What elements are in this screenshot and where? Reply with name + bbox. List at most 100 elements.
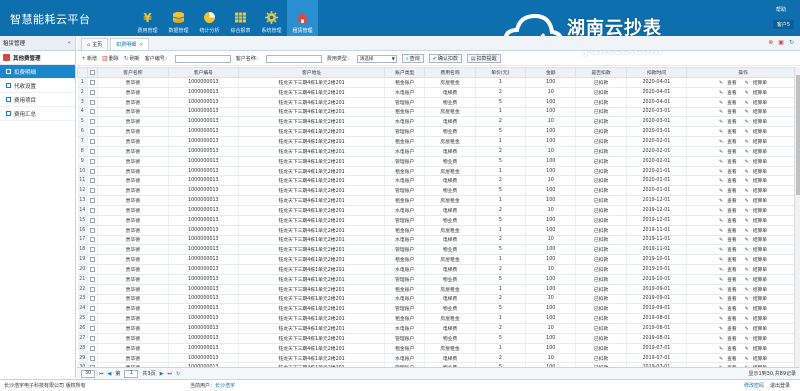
sidebar-item-3[interactable]: 费用汇总 <box>0 107 75 121</box>
settle-button[interactable]: ✎结算单 <box>743 160 769 165</box>
sidebar-item-0[interactable]: 扣费明细 <box>0 65 75 79</box>
next-page-icon[interactable]: ▶ <box>160 371 164 377</box>
table-row[interactable]: 28 贾毕德 1000000013 钰龙天下三期4栋1单元2楼201 租金账户 房屋租金 1… <box>77 343 800 354</box>
column-header[interactable]: 单价(元) <box>474 67 527 78</box>
settle-button[interactable]: ✎结算单 <box>743 258 769 263</box>
row-checkbox[interactable] <box>87 175 99 187</box>
vertical-scrollbar[interactable] <box>794 67 800 367</box>
row-checkbox[interactable] <box>87 205 99 216</box>
view-button[interactable]: ✎查看 <box>717 357 739 362</box>
row-checkbox[interactable] <box>87 116 99 128</box>
refresh-button[interactable]: ↻ 刷新 <box>124 55 140 62</box>
settle-button[interactable]: ✎结算单 <box>743 209 769 214</box>
view-button[interactable]: ✎查看 <box>717 278 739 283</box>
row-checkbox[interactable] <box>87 284 99 295</box>
deduction-notice-button[interactable]: ▤ 扣款提醒 <box>466 54 501 63</box>
page-size-select[interactable]: 30 <box>81 369 95 378</box>
view-button[interactable]: ✎查看 <box>717 170 739 175</box>
row-checkbox[interactable] <box>87 225 99 236</box>
view-button[interactable]: ✎查看 <box>717 91 739 96</box>
table-row[interactable]: 12 贾毕德 1000000013 钰龙天下三期4栋1单元2楼201 管理账户 物业费 5 1… <box>77 185 800 197</box>
row-checkbox[interactable] <box>87 87 99 98</box>
logout-link[interactable]: 退出登录 <box>770 382 790 389</box>
row-checkbox[interactable] <box>87 215 99 226</box>
row-checkbox[interactable] <box>87 353 99 364</box>
view-button[interactable]: ✎查看 <box>717 288 739 293</box>
view-button[interactable]: ✎查看 <box>717 347 739 352</box>
settle-button[interactable]: ✎结算单 <box>743 229 769 234</box>
settle-button[interactable]: ✎结算单 <box>743 140 769 145</box>
settle-button[interactable]: ✎结算单 <box>743 120 769 125</box>
settle-button[interactable]: ✎结算单 <box>743 170 769 175</box>
settle-button[interactable]: ✎结算单 <box>743 238 769 243</box>
row-checkbox[interactable] <box>87 294 99 305</box>
view-button[interactable]: ✎查看 <box>717 219 739 224</box>
reload-icon[interactable]: ↻ <box>789 39 794 46</box>
view-button[interactable]: ✎查看 <box>717 209 739 214</box>
tab-home[interactable]: ⌂ 主页 <box>81 38 109 50</box>
table-row[interactable]: 6 贾毕德 1000000013 钰龙天下三期4栋1单元2楼201 管理账户 物业费 5 10… <box>77 126 800 138</box>
settle-button[interactable]: ✎结算单 <box>743 297 769 302</box>
query-button[interactable]: ⌕ 查询 <box>401 54 424 63</box>
settle-button[interactable]: ✎结算单 <box>743 189 769 194</box>
row-checkbox[interactable] <box>87 195 99 206</box>
sidebar-item-1[interactable]: 代收设置 <box>0 79 75 93</box>
delete-button[interactable]: ▥ 删除 <box>102 55 119 62</box>
view-button[interactable]: ✎查看 <box>717 130 739 135</box>
first-page-icon[interactable]: ⏮ <box>99 371 104 377</box>
table-row[interactable]: 27 贾毕德 1000000013 钰龙天下三期4栋1单元2楼201 管理账户 物业费 5 1… <box>77 333 800 344</box>
view-button[interactable]: ✎查看 <box>717 199 739 204</box>
table-row[interactable]: 3 贾毕德 1000000013 钰龙天下三期4栋1单元2楼201 管理账户 物业费 5 10… <box>77 97 800 108</box>
settle-button[interactable]: ✎结算单 <box>743 81 769 86</box>
settle-button[interactable]: ✎结算单 <box>743 268 769 273</box>
select-all-checkbox[interactable] <box>87 67 99 78</box>
settle-button[interactable]: ✎结算单 <box>743 357 769 362</box>
close-all-icon[interactable]: ⊗ <box>768 39 773 46</box>
table-row[interactable]: 1 贾毕德 1000000013 钰龙天下三期4栋1单元2楼201 租金账户 房屋租金 1 1… <box>77 77 800 88</box>
settle-button[interactable]: ✎结算单 <box>743 288 769 293</box>
row-checkbox[interactable] <box>87 185 99 197</box>
table-row[interactable]: 25 贾毕德 1000000013 钰龙天下三期4栋1单元2楼201 租金账户 房屋租金 1… <box>77 313 800 325</box>
settle-button[interactable]: ✎结算单 <box>743 130 769 135</box>
sidebar-group[interactable]: 其他费管理 <box>0 51 75 65</box>
settle-button[interactable]: ✎结算单 <box>743 307 769 312</box>
table-row[interactable]: 13 贾毕德 1000000013 钰龙天下三期4栋1单元2楼201 租金账户 房屋租金 1… <box>77 195 800 206</box>
view-button[interactable]: ✎查看 <box>717 150 739 155</box>
close-icon[interactable]: × <box>139 42 143 48</box>
settle-button[interactable]: ✎结算单 <box>743 91 769 96</box>
view-button[interactable]: ✎查看 <box>717 229 739 234</box>
row-checkbox[interactable] <box>87 97 99 108</box>
nav-item-3[interactable]: 综合报表 <box>225 0 256 36</box>
settle-button[interactable]: ✎结算单 <box>743 347 769 352</box>
column-header[interactable]: 操作 <box>686 67 800 78</box>
table-row[interactable]: 19 贾毕德 1000000013 钰龙天下三期4栋1单元2楼201 租金账户 房屋租金 1… <box>77 254 800 266</box>
table-row[interactable]: 10 贾毕德 1000000013 钰龙天下三期4栋1单元2楼201 租金账户 房屋租金 1… <box>77 166 800 177</box>
confirm-deduction-button[interactable]: ✔ 确认扣款 <box>428 54 462 63</box>
settle-button[interactable]: ✎结算单 <box>743 337 769 342</box>
column-header[interactable]: 金额 <box>525 67 577 78</box>
column-header[interactable]: 客户名称 <box>97 67 169 78</box>
view-button[interactable]: ✎查看 <box>717 101 739 106</box>
table-row[interactable]: 11 贾毕德 1000000013 钰龙天下三期4栋1单元2楼201 水电账户 电梯费 2 1… <box>77 175 800 187</box>
table-row[interactable]: 23 贾毕德 1000000013 钰龙天下三期4栋1单元2楼201 水电账户 电梯费 2 1… <box>77 294 800 305</box>
tab-deduction-detail[interactable]: 扣费明细 × <box>110 38 150 50</box>
table-row[interactable]: 7 贾毕德 1000000013 钰龙天下三期4栋1单元2楼201 租金账户 房屋租金 1 1… <box>77 136 800 147</box>
column-header[interactable]: 扣款时间 <box>625 67 688 78</box>
help-link[interactable]: 帮助 <box>776 6 786 13</box>
table-row[interactable]: 2 贾毕德 1000000013 钰龙天下三期4栋1单元2楼201 水电账户 电梯费 2 10… <box>77 87 800 98</box>
table-row[interactable]: 15 贾毕德 1000000013 钰龙天下三期4栋1单元2楼201 管理账户 物业费 5 1… <box>77 215 800 226</box>
view-button[interactable]: ✎查看 <box>717 179 739 184</box>
row-checkbox[interactable] <box>87 313 99 325</box>
view-button[interactable]: ✎查看 <box>717 110 739 115</box>
table-row[interactable]: 26 贾毕德 1000000013 钰龙天下三期4栋1单元2楼201 水电账户 电梯费 2 1… <box>77 323 800 334</box>
table-row[interactable]: 17 贾毕德 1000000013 钰龙天下三期4栋1单元2楼201 水电账户 电梯费 2 1… <box>77 235 800 246</box>
user-menu[interactable]: 客户5 <box>772 20 794 29</box>
settle-button[interactable]: ✎结算单 <box>743 199 769 204</box>
view-button[interactable]: ✎查看 <box>717 327 739 332</box>
table-row[interactable]: 21 贾毕德 1000000013 钰龙天下三期4栋1单元2楼201 管理账户 物业费 5 1… <box>77 274 800 285</box>
row-checkbox[interactable] <box>87 323 99 334</box>
settle-button[interactable]: ✎结算单 <box>743 219 769 224</box>
view-button[interactable]: ✎查看 <box>717 307 739 312</box>
row-checkbox[interactable] <box>87 274 99 285</box>
prev-page-icon[interactable]: ◀ <box>108 371 112 377</box>
